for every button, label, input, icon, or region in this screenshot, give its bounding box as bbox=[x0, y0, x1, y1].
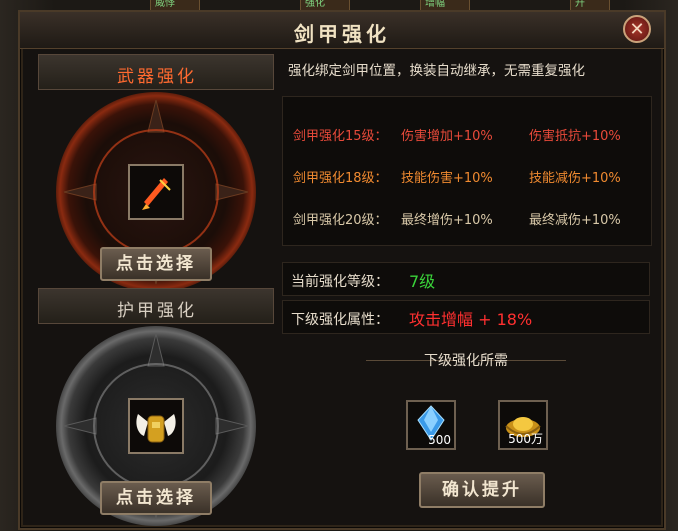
armor-select-button[interactable]: 点击选择 bbox=[100, 481, 212, 515]
armor-orb: 点击选择 bbox=[38, 326, 274, 526]
current-level-box: 当前强化等级： 7级 bbox=[282, 262, 650, 296]
requirements-title: 下级强化所需 bbox=[424, 353, 508, 369]
weapon-orb: 点击选择 bbox=[38, 92, 274, 292]
confirm-upgrade-button[interactable]: 确认提升 bbox=[419, 472, 545, 508]
enhance-dialog: 剑甲强化 ✕ 武器强化 点击选择 护甲强化 点击选择 强化绑定剑甲位置，换装自动… bbox=[18, 10, 666, 530]
dialog-title: 剑甲强化 bbox=[294, 22, 390, 46]
requirement-item[interactable]: 500 bbox=[406, 400, 456, 450]
enhance-info-column: 强化绑定剑甲位置，换装自动继承，无需重复强化 剑甲强化15级： 伤害增加+10%… bbox=[282, 54, 652, 524]
requirement-item[interactable]: 500万 bbox=[498, 400, 548, 450]
weapon-select-button[interactable]: 点击选择 bbox=[100, 247, 212, 281]
attribute-level: 剑甲强化20级： bbox=[293, 213, 388, 228]
flame-sword-icon bbox=[142, 178, 171, 210]
armor-section-header: 护甲强化 bbox=[38, 288, 274, 324]
attribute-bonus: 技能减伤+10% bbox=[529, 171, 621, 186]
weapon-slot[interactable] bbox=[128, 164, 184, 220]
armor-slot[interactable] bbox=[128, 398, 184, 454]
armor-header-label: 护甲强化 bbox=[117, 301, 197, 321]
close-button[interactable]: ✕ bbox=[623, 15, 651, 43]
attribute-row: 剑甲强化18级： 技能伤害+10% 技能减伤+10% bbox=[293, 167, 643, 187]
next-attribute-value: 攻击增幅 + 18% bbox=[409, 310, 533, 329]
attribute-bonus: 最终增伤+10% bbox=[401, 213, 493, 228]
attribute-row: 剑甲强化15级： 伤害增加+10% 伤害抵抗+10% bbox=[293, 125, 643, 145]
attribute-bonus: 最终减伤+10% bbox=[529, 213, 621, 228]
equipment-column: 武器强化 点击选择 护甲强化 点击选择 bbox=[38, 54, 274, 526]
next-attribute-box: 下级强化属性： 攻击增幅 + 18% bbox=[282, 300, 650, 334]
attribute-level: 剑甲强化18级： bbox=[293, 171, 388, 186]
requirement-qty: 500 bbox=[428, 433, 451, 447]
attribute-bonus: 伤害抵抗+10% bbox=[529, 129, 621, 144]
weapon-section-header: 武器强化 bbox=[38, 54, 274, 90]
enhance-description: 强化绑定剑甲位置，换装自动继承，无需重复强化 bbox=[288, 63, 585, 79]
attribute-level: 剑甲强化15级： bbox=[293, 129, 388, 144]
requirement-qty: 500万 bbox=[508, 432, 543, 446]
title-bar: 剑甲强化 ✕ bbox=[20, 12, 664, 49]
current-level-value: 7级 bbox=[409, 272, 436, 291]
attribute-bonus: 技能伤害+10% bbox=[401, 171, 493, 186]
attribute-row: 剑甲强化20级： 最终增伤+10% 最终减伤+10% bbox=[293, 209, 643, 229]
golden-armor-icon bbox=[136, 414, 176, 443]
next-attribute-label: 下级强化属性： bbox=[291, 312, 389, 328]
current-level-label: 当前强化等级： bbox=[291, 274, 389, 290]
attribute-table: 剑甲强化15级： 伤害增加+10% 伤害抵抗+10% 剑甲强化18级： 技能伤害… bbox=[282, 96, 652, 246]
weapon-header-label: 武器强化 bbox=[117, 67, 197, 87]
attribute-bonus: 伤害增加+10% bbox=[401, 129, 493, 144]
